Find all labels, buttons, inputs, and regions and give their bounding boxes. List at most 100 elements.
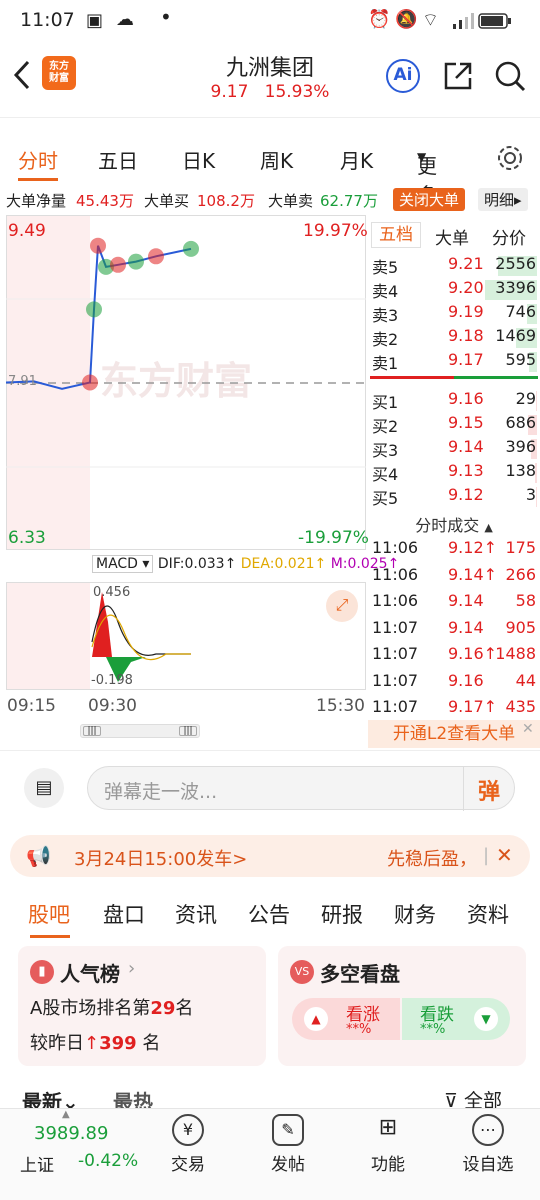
bullbear-card[interactable]: VS 多空看盘 ▲ 看涨 **% 看跌 **% ▼	[278, 946, 526, 1066]
tab-weekly-k[interactable]: 周K	[260, 145, 293, 174]
tab-finance[interactable]: 财务	[394, 899, 436, 929]
share-icon[interactable]	[442, 60, 474, 92]
bid-row[interactable]: 买1 9.16 29	[368, 389, 540, 413]
gear-icon[interactable]	[496, 144, 524, 172]
search-icon[interactable]	[494, 60, 526, 92]
trades-title[interactable]: 分时成交 ▲	[368, 512, 540, 536]
tab-news[interactable]: 资讯	[175, 899, 217, 929]
volume-bar	[536, 487, 537, 507]
dea-value: DEA:0.021	[240, 556, 315, 572]
macd-selector[interactable]: MACD ▾	[92, 555, 154, 573]
close-icon[interactable]: ✕	[522, 721, 534, 737]
trade-volume: 1488	[495, 644, 536, 663]
wechat-icon: ☁	[116, 9, 134, 30]
l2-promo-banner[interactable]: 开通L2查看大单	[368, 720, 540, 748]
close-icon[interactable]: ✕	[496, 843, 513, 867]
danmu-toggle[interactable]: 弹	[478, 774, 500, 806]
ask-row[interactable]: 卖5 9.21 2556	[368, 254, 540, 278]
tab-daily-k[interactable]: 日K	[182, 145, 215, 174]
macd-high-label: 0.456	[93, 585, 131, 600]
rank-line: A股市场排名第29名	[30, 994, 193, 1020]
promo-banner[interactable]: 📢 3月24日15:00发车> 先稳后盈， | ✕	[10, 835, 530, 877]
trade-arrow: ↑	[483, 697, 498, 716]
ask-row[interactable]: 卖4 9.20 3396	[368, 278, 540, 302]
level-volume: 595	[505, 350, 536, 369]
tab-five-levels[interactable]: 五档	[371, 222, 421, 248]
chevron-right-icon: ›	[128, 958, 136, 979]
nav-functions[interactable]: ⊞ 功能	[348, 1114, 428, 1175]
ask-row[interactable]: 卖2 9.18 1469	[368, 326, 540, 350]
grid-icon: ⊞	[378, 1115, 398, 1140]
close-big-order-button[interactable]: 关闭大单	[393, 188, 466, 211]
edit-icon: ✎	[272, 1114, 304, 1146]
bull-button[interactable]: ▲ 看涨 **%	[292, 998, 400, 1040]
book-tabs: 五档 大单 分价	[368, 216, 540, 249]
level-price: 9.16	[448, 389, 484, 408]
range-scrollbar[interactable]: ||| |||	[80, 724, 200, 738]
detail-label: 明细	[484, 191, 515, 209]
index-name[interactable]: 上证	[20, 1151, 54, 1176]
expand-icon[interactable]: ⤢	[326, 590, 358, 622]
ai-button[interactable]: Ai	[386, 59, 420, 93]
tab-price-distribution[interactable]: 分价	[492, 224, 526, 249]
tab-profile[interactable]: 资料	[467, 899, 509, 929]
level-price: 9.17	[448, 350, 484, 369]
detail-button[interactable]: 明细▸	[478, 188, 528, 211]
banner-left-text[interactable]: 3月24日15:00发车>	[74, 845, 247, 871]
range-handle-right[interactable]: |||	[179, 726, 197, 736]
bid-row[interactable]: 买3 9.14 396	[368, 437, 540, 461]
nav-trade[interactable]: ¥ 交易	[148, 1114, 228, 1175]
status-time: 11:07	[20, 9, 75, 31]
nav-watchlist[interactable]: ⋯ 设自选	[448, 1114, 528, 1175]
bullbear-title: 多空看盘	[320, 962, 400, 986]
danmu-settings-icon[interactable]: ▤	[24, 768, 64, 808]
trade-time: 11:06	[372, 564, 419, 584]
trade-price: 9.14	[448, 591, 484, 610]
trade-point	[128, 253, 144, 270]
tab-intraday[interactable]: 分时	[18, 145, 58, 174]
trade-row: 11:06 9.12↑ 175	[368, 538, 540, 562]
tab-5day[interactable]: 五日	[98, 145, 138, 174]
tab-pankou[interactable]: 盘口	[103, 899, 145, 929]
gallery-icon: ▣	[86, 10, 104, 31]
ask-row[interactable]: 卖1 9.17 595	[368, 350, 540, 374]
trade-price-value: 9.14	[448, 617, 484, 637]
range-handle-left[interactable]: |||	[83, 726, 101, 736]
trade-row: 11:07 9.17↑ 435	[368, 697, 540, 721]
popularity-card[interactable]: ▮ 人气榜 › A股市场排名第29名 较昨日↑399 名	[18, 946, 266, 1066]
status-dot: •	[160, 5, 172, 29]
tab-guba[interactable]: 股吧	[28, 899, 70, 929]
caret-up-icon: ▲	[62, 1109, 70, 1120]
time-label-open: 09:30	[88, 696, 137, 716]
index-value[interactable]: 3989.89	[34, 1123, 108, 1144]
banner-right-text[interactable]: 先稳后盈，	[387, 845, 477, 871]
tab-monthly-k[interactable]: 月K	[340, 145, 373, 174]
ask-row[interactable]: 卖3 9.19 746	[368, 302, 540, 326]
trade-row: 11:07 9.16 44	[368, 671, 540, 695]
mute-icon: 🔕	[395, 9, 418, 30]
tab-announcement[interactable]: 公告	[248, 899, 290, 929]
header-divider	[0, 108, 540, 118]
ranking-icon: ▮	[30, 960, 54, 984]
bear-button[interactable]: 看跌 **% ▼	[402, 998, 510, 1040]
bid-row[interactable]: 买5 9.12 3	[368, 485, 540, 509]
level-label: 卖1	[372, 354, 399, 373]
level-price: 9.15	[448, 413, 484, 432]
tab-big-orders[interactable]: 大单	[435, 224, 469, 249]
bid-row[interactable]: 买4 9.13 138	[368, 461, 540, 485]
trade-time: 11:06	[372, 591, 419, 610]
triangle-up-icon: ▲	[304, 1007, 328, 1031]
trade-volume: 435	[505, 697, 536, 716]
comment-input[interactable]: 弹幕走一波... 弹	[87, 766, 515, 811]
index-change[interactable]: -0.42%	[78, 1151, 138, 1171]
trade-volume: 905	[505, 617, 536, 637]
level-volume: 1469	[495, 326, 536, 345]
price-high-label: 9.49	[8, 221, 46, 241]
battery-icon	[478, 12, 512, 29]
bottom-nav: ▲ 3989.89 上证 -0.42% ¥ 交易 ✎ 发帖 ⊞ 功能 ⋯ 设自选	[0, 1108, 540, 1200]
trade-price-value: 9.16	[448, 670, 484, 690]
ask-book: 卖5 9.21 2556 卖4 9.20 3396 卖3 9.19 746 卖2 9.18 1469 卖…	[368, 254, 540, 374]
tab-research[interactable]: 研报	[321, 899, 363, 929]
nav-post[interactable]: ✎ 发帖	[248, 1114, 328, 1175]
bid-row[interactable]: 买2 9.15 686	[368, 413, 540, 437]
